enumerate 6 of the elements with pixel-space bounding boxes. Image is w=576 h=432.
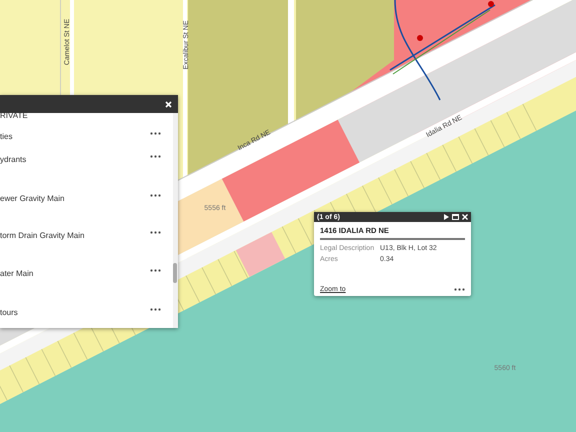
layer-item[interactable]: ater Main xyxy=(0,269,34,278)
layer-item[interactable]: ewer Gravity Main xyxy=(0,194,64,203)
layer-item[interactable]: torm Drain Gravity Main xyxy=(0,231,84,240)
layer-item[interactable]: ties xyxy=(0,132,12,141)
layer-item[interactable]: tours xyxy=(0,308,18,318)
layer-item[interactable]: ydrants xyxy=(0,154,26,164)
